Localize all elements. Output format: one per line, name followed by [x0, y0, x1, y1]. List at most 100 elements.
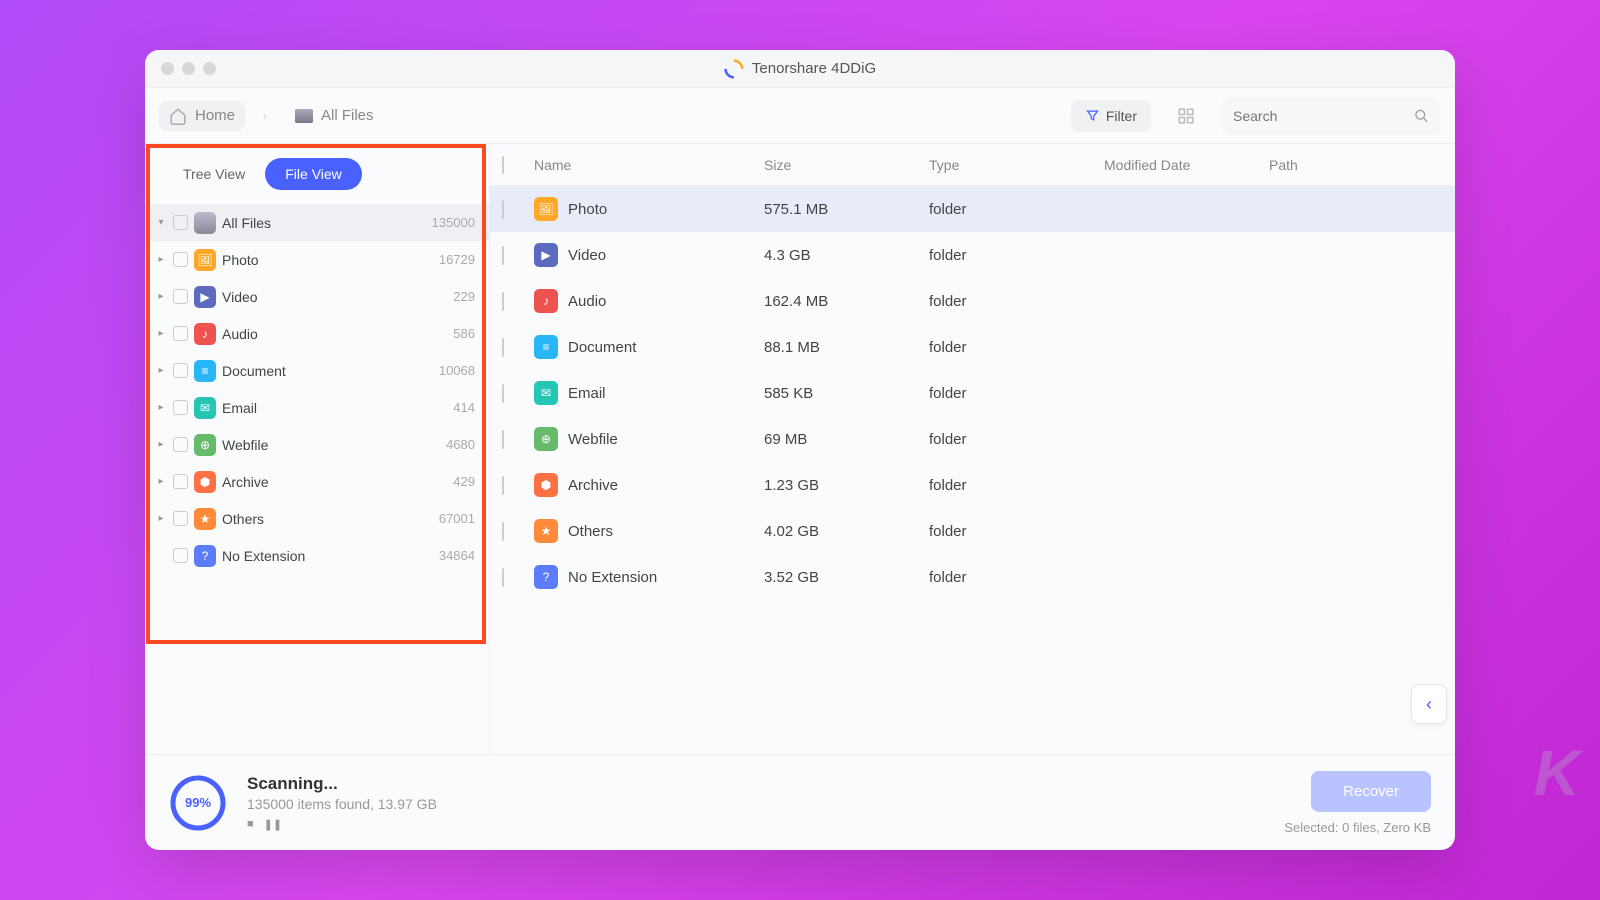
checkbox[interactable] [173, 400, 188, 415]
drive-icon [194, 212, 216, 234]
row-name: Email [568, 385, 606, 402]
table-row[interactable]: ≡Document88.1 MBfolder [490, 324, 1455, 370]
tree-item-count: 67001 [439, 511, 475, 526]
zoom-dot[interactable] [203, 62, 216, 75]
expand-preview-button[interactable]: ‹ [1411, 684, 1447, 724]
tree-item[interactable]: ▸⬢Archive429 [145, 463, 489, 500]
checkbox[interactable] [502, 338, 504, 357]
arch-icon: ⬢ [194, 471, 216, 493]
table-row[interactable]: ⊕Webfile69 MBfolder [490, 416, 1455, 462]
checkbox[interactable] [502, 200, 504, 219]
file-view-tab[interactable]: File View [265, 158, 362, 190]
progress-ring: 99% [169, 774, 227, 832]
row-name: Archive [568, 477, 618, 494]
web-icon: ⊕ [534, 427, 558, 451]
tree-item[interactable]: ▸≡Document10068 [145, 352, 489, 389]
search-box[interactable] [1221, 97, 1441, 135]
minimize-dot[interactable] [182, 62, 195, 75]
chevron-right-icon[interactable]: ▸ [155, 365, 167, 376]
home-crumb[interactable]: Home [159, 101, 245, 131]
checkbox[interactable] [173, 548, 188, 563]
col-header-modified[interactable]: Modified Date [1104, 157, 1269, 173]
checkbox[interactable] [173, 215, 188, 230]
checkbox[interactable] [173, 252, 188, 267]
tree-root-all-files[interactable]: ▾ All Files 135000 [145, 204, 489, 241]
home-label: Home [195, 107, 235, 124]
table-row[interactable]: ★Others4.02 GBfolder [490, 508, 1455, 554]
tree-item[interactable]: ▸🖼Photo16729 [145, 241, 489, 278]
filter-button[interactable]: Filter [1071, 100, 1151, 132]
tree-item-label: Audio [222, 326, 447, 342]
app-title-text: Tenorshare 4DDiG [752, 60, 876, 77]
row-name: Webfile [568, 431, 618, 448]
tree-view-tab[interactable]: Tree View [163, 158, 265, 190]
tree-item[interactable]: ▸ ♪ Audio 586 [145, 315, 489, 352]
checkbox[interactable] [502, 568, 504, 587]
checkbox[interactable] [173, 437, 188, 452]
tree-item[interactable]: ▸▶Video229 [145, 278, 489, 315]
status-text: Scanning... 135000 items found, 13.97 GB… [247, 774, 437, 831]
row-size: 162.4 MB [764, 293, 929, 310]
col-header-name[interactable]: Name [534, 157, 764, 173]
row-name: No Extension [568, 569, 657, 586]
view-toggle: Tree View File View [145, 144, 489, 204]
chevron-right-icon[interactable]: ▸ [155, 476, 167, 487]
tree-item[interactable]: ▸★Others67001 [145, 500, 489, 537]
checkbox[interactable] [502, 476, 504, 495]
checkbox[interactable] [502, 246, 504, 265]
checkbox[interactable] [502, 292, 504, 311]
chevron-right-icon[interactable]: ▸ [155, 402, 167, 413]
col-header-size[interactable]: Size [764, 157, 929, 173]
doc-icon: ≡ [534, 335, 558, 359]
chevron-right-icon[interactable]: ▸ [155, 254, 167, 265]
row-name: Audio [568, 293, 606, 310]
checkbox[interactable] [173, 474, 188, 489]
tree-item[interactable]: ?No Extension34864 [145, 537, 489, 574]
table-row[interactable]: ?No Extension3.52 GBfolder [490, 554, 1455, 600]
chevron-down-icon[interactable]: ▾ [155, 217, 167, 228]
select-all-checkbox[interactable] [502, 156, 504, 174]
tree-item-label: Email [222, 400, 447, 416]
audio-icon: ♪ [194, 323, 216, 345]
checkbox[interactable] [173, 326, 188, 341]
checkbox[interactable] [502, 384, 504, 403]
video-icon: ▶ [194, 286, 216, 308]
chevron-right-icon[interactable]: ▸ [155, 291, 167, 302]
checkbox[interactable] [502, 430, 504, 449]
tree-item[interactable]: ▸⊕Webfile4680 [145, 426, 489, 463]
col-header-type[interactable]: Type [929, 157, 1104, 173]
table-body: 🖼Photo575.1 MBfolder▶Video4.3 GBfolder♪A… [490, 186, 1455, 600]
stop-button[interactable]: ■ [247, 818, 254, 831]
close-dot[interactable] [161, 62, 174, 75]
row-type: folder [929, 431, 1104, 448]
tree-item-label: Photo [222, 252, 433, 268]
table-row[interactable]: ▶Video4.3 GBfolder [490, 232, 1455, 278]
checkbox[interactable] [502, 522, 504, 541]
row-size: 88.1 MB [764, 339, 929, 356]
row-size: 1.23 GB [764, 477, 929, 494]
table-row[interactable]: 🖼Photo575.1 MBfolder [490, 186, 1455, 232]
row-size: 4.02 GB [764, 523, 929, 540]
chevron-right-icon[interactable]: ▸ [155, 513, 167, 524]
checkbox[interactable] [173, 511, 188, 526]
row-type: folder [929, 247, 1104, 264]
checkbox[interactable] [173, 289, 188, 304]
pause-button[interactable]: ❚❚ [264, 818, 282, 831]
col-header-path[interactable]: Path [1269, 157, 1443, 173]
all-files-label: All Files [321, 107, 374, 124]
grid-view-button[interactable] [1169, 99, 1203, 133]
sidebar: Tree View File View ▾ All Files 135000 ▸… [145, 144, 490, 754]
row-type: folder [929, 569, 1104, 586]
table-row[interactable]: ✉Email585 KBfolder [490, 370, 1455, 416]
chevron-right-icon[interactable]: ▸ [155, 328, 167, 339]
chevron-right-icon[interactable]: ▸ [155, 439, 167, 450]
search-input[interactable] [1233, 108, 1414, 124]
recover-button[interactable]: Recover [1311, 771, 1431, 812]
checkbox[interactable] [173, 363, 188, 378]
tree-item-count: 586 [453, 326, 475, 341]
table-row[interactable]: ♪Audio162.4 MBfolder [490, 278, 1455, 324]
tree-item[interactable]: ▸✉Email414 [145, 389, 489, 426]
table-header: Name Size Type Modified Date Path [490, 144, 1455, 186]
table-row[interactable]: ⬢Archive1.23 GBfolder [490, 462, 1455, 508]
all-files-crumb[interactable]: All Files [285, 101, 384, 130]
